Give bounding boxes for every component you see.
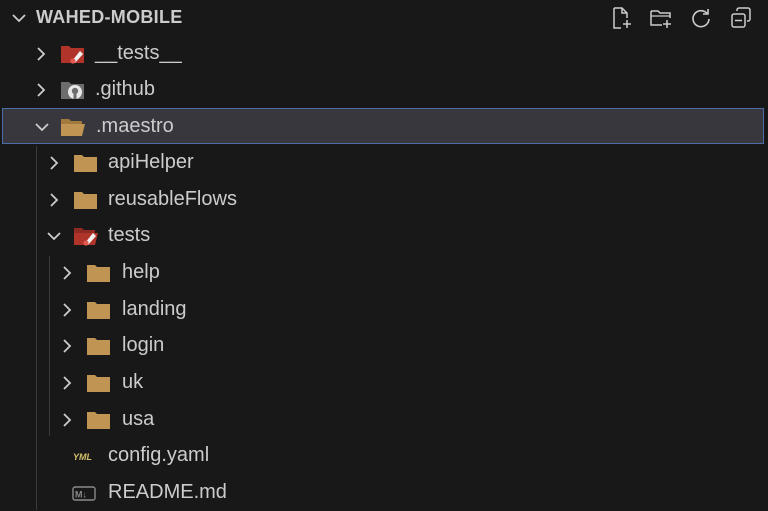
folder-open-icon bbox=[61, 119, 85, 136]
folder-icon bbox=[87, 265, 110, 282]
test-folder-icon bbox=[74, 228, 98, 246]
tree-item-label: landing bbox=[122, 298, 187, 320]
new-file-button[interactable] bbox=[606, 3, 636, 33]
chevron-right-icon[interactable] bbox=[58, 374, 76, 392]
tree-item-label: README.md bbox=[108, 481, 227, 503]
tree-item-label: tests bbox=[108, 224, 151, 246]
project-title[interactable]: WAHED-MOBILE bbox=[36, 7, 183, 28]
chevron-down-icon[interactable] bbox=[10, 9, 28, 27]
chevron-down-icon[interactable] bbox=[33, 118, 51, 136]
tree-item-label: .maestro bbox=[96, 115, 174, 137]
tree-item-landing[interactable]: landing bbox=[0, 292, 768, 328]
tree-item-label: config.yaml bbox=[108, 444, 210, 466]
new-folder-button[interactable] bbox=[646, 3, 676, 33]
tree-item-tests[interactable]: tests bbox=[0, 218, 768, 254]
chevron-right-icon[interactable] bbox=[45, 191, 63, 209]
chevron-right-icon[interactable] bbox=[58, 337, 76, 355]
markdown-file-icon: M↓ bbox=[72, 486, 96, 501]
tree-item-apihelper[interactable]: apiHelper bbox=[0, 145, 768, 181]
tree-item-usa[interactable]: usa bbox=[0, 402, 768, 438]
tree-item-github[interactable]: .github bbox=[0, 72, 768, 108]
refresh-button[interactable] bbox=[686, 3, 716, 33]
tree-item-readme[interactable]: M↓ README.md bbox=[0, 475, 768, 511]
tree-item-login[interactable]: login bbox=[0, 328, 768, 364]
tree-item-tests-root[interactable]: __tests__ bbox=[0, 36, 768, 72]
chevron-right-icon[interactable] bbox=[58, 411, 76, 429]
yaml-file-icon: YML bbox=[73, 452, 92, 462]
github-folder-icon bbox=[61, 82, 84, 99]
chevron-right-icon[interactable] bbox=[58, 264, 76, 282]
chevron-right-icon[interactable] bbox=[32, 81, 50, 99]
explorer-header: WAHED-MOBILE bbox=[0, 0, 768, 35]
tree-item-label: apiHelper bbox=[108, 151, 194, 173]
tree-item-help[interactable]: help bbox=[0, 255, 768, 291]
chevron-down-icon[interactable] bbox=[45, 227, 63, 245]
tree-item-maestro[interactable]: .maestro bbox=[2, 108, 764, 144]
test-folder-icon bbox=[61, 46, 84, 64]
folder-icon bbox=[87, 338, 110, 355]
folder-icon bbox=[87, 412, 110, 429]
folder-icon bbox=[87, 302, 110, 319]
tree-item-label: .github bbox=[95, 78, 156, 100]
chevron-right-icon[interactable] bbox=[58, 301, 76, 319]
tree-item-uk[interactable]: uk bbox=[0, 365, 768, 401]
chevron-right-icon[interactable] bbox=[45, 154, 63, 172]
collapse-all-button[interactable] bbox=[726, 3, 756, 33]
tree-item-reusableflows[interactable]: reusableFlows bbox=[0, 182, 768, 218]
collapse-all-icon bbox=[731, 7, 751, 28]
tree-item-label: uk bbox=[122, 371, 144, 393]
tree-item-label: help bbox=[122, 261, 160, 283]
new-folder-icon bbox=[650, 10, 671, 28]
explorer-actions bbox=[606, 3, 756, 33]
folder-icon bbox=[74, 192, 97, 209]
yaml-icon-text: YML bbox=[73, 452, 92, 462]
refresh-icon bbox=[692, 9, 710, 28]
markdown-icon-text: M↓ bbox=[75, 490, 87, 500]
folder-icon bbox=[74, 155, 97, 172]
folder-icon bbox=[87, 375, 110, 392]
tree-item-label: __tests__ bbox=[95, 42, 182, 64]
chevron-right-icon[interactable] bbox=[32, 45, 50, 63]
tree-item-label: usa bbox=[122, 408, 155, 430]
tree-item-label: login bbox=[122, 334, 165, 356]
tree-item-label: reusableFlows bbox=[108, 188, 237, 210]
new-file-icon bbox=[613, 7, 631, 29]
tree-item-config-yaml[interactable]: YML config.yaml bbox=[0, 438, 768, 474]
